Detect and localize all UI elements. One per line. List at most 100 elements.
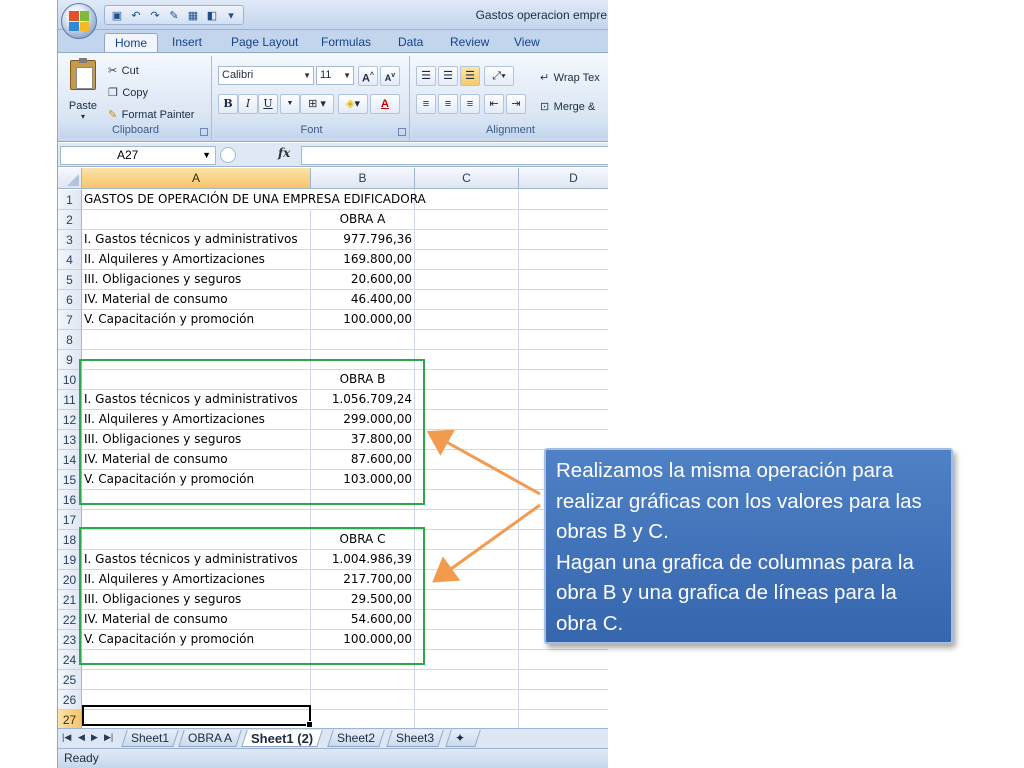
row-header[interactable]: 19 [58,550,82,570]
column-header-b[interactable]: B [311,168,415,189]
cell-d[interactable] [519,210,608,230]
row-header[interactable]: 10 [58,370,82,390]
tab-view[interactable]: View [514,33,540,52]
cell-a[interactable] [82,350,311,370]
bold-button[interactable]: B [218,94,238,114]
cell-a[interactable]: V. Capacitación y promoción [82,310,311,330]
cell-d[interactable] [519,270,608,290]
sheet-tab-sheet3[interactable]: Sheet3 [386,730,444,747]
cell-b[interactable]: 37.800,00 [311,430,415,450]
cell-a[interactable]: II. Alquileres y Amortizaciones [82,570,311,590]
tab-insert[interactable]: Insert [172,33,202,52]
cell-b[interactable]: 103.000,00 [311,470,415,490]
cell-b[interactable] [311,490,415,510]
cell-a[interactable]: I. Gastos técnicos y administrativos [82,230,311,250]
borders-button[interactable]: ⊞ ▾ [300,94,334,114]
fill-color-button[interactable]: ◈▾ [338,94,368,114]
align-bottom-button[interactable]: ☰ [460,66,480,86]
decrease-indent-button[interactable]: ⇤ [484,94,504,114]
row-header[interactable]: 3 [58,230,82,250]
cell-a[interactable]: V. Capacitación y promoción [82,630,311,650]
cell-a[interactable]: II. Alquileres y Amortizaciones [82,250,311,270]
cell-a[interactable]: III. Obligaciones y seguros [82,590,311,610]
shrink-font-button[interactable]: Av [380,66,400,86]
touch-mode-icon[interactable]: ✎ [166,7,182,23]
cell-c[interactable] [415,290,519,310]
row-header[interactable]: 21 [58,590,82,610]
cell-c[interactable] [415,550,519,570]
cell-a[interactable]: GASTOS DE OPERACIÓN DE UNA EMPRESA EDIFI… [82,190,426,210]
cell-b[interactable]: OBRA A [311,210,415,230]
cell-b[interactable] [311,510,415,530]
cell-d[interactable] [519,310,608,330]
customize-qat-icon[interactable]: ▾ [223,7,239,23]
cell-b[interactable]: 1.056.709,24 [311,390,415,410]
cell-c[interactable] [415,650,519,670]
tab-data[interactable]: Data [398,33,423,52]
cell-b[interactable]: 46.400,00 [311,290,415,310]
cell-b[interactable]: 87.600,00 [311,450,415,470]
cell-c[interactable] [415,630,519,650]
cell-b[interactable]: 100.000,00 [311,630,415,650]
cell-c[interactable] [415,530,519,550]
cell-d[interactable] [519,390,608,410]
cell-b[interactable]: OBRA B [311,370,415,390]
cell-c[interactable] [415,450,519,470]
redo-icon[interactable]: ↷ [147,7,163,23]
prev-sheet-icon[interactable]: ◀ [78,732,85,743]
font-color-button[interactable]: A [370,94,400,114]
paste-button[interactable]: Paste ▾ [66,58,100,121]
select-all-button[interactable] [58,168,82,189]
row-header[interactable]: 14 [58,450,82,470]
cell-c[interactable] [415,410,519,430]
cell-b[interactable]: 20.600,00 [311,270,415,290]
cell-c[interactable] [415,470,519,490]
underline-dropdown-icon[interactable]: ▼ [280,94,300,114]
row-header[interactable]: 1 [58,190,82,210]
clipboard-launcher-icon[interactable] [200,128,208,136]
save-icon[interactable]: ▣ [109,7,125,23]
cut-button[interactable]: ✂ Cut [108,61,139,79]
cell-b[interactable]: 217.700,00 [311,570,415,590]
cell-b[interactable] [311,670,415,690]
next-sheet-icon[interactable]: ▶ [91,732,98,743]
cell-c[interactable] [415,350,519,370]
sheet-tab-sheet1-2[interactable]: Sheet1 (2) [241,730,323,747]
cell-b[interactable] [311,650,415,670]
cell-a[interactable]: IV. Material de consumo [82,290,311,310]
cell-a[interactable] [82,650,311,670]
row-header[interactable]: 6 [58,290,82,310]
align-middle-button[interactable]: ☰ [438,66,458,86]
cell-c[interactable] [415,590,519,610]
cell-a[interactable] [82,490,311,510]
cancel-icon[interactable] [220,147,236,163]
sheet-tab-sheet1[interactable]: Sheet1 [121,730,179,747]
row-header[interactable]: 16 [58,490,82,510]
cell-d[interactable] [519,690,608,710]
row-header[interactable]: 5 [58,270,82,290]
row-header[interactable]: 25 [58,670,82,690]
cell-a[interactable]: IV. Material de consumo [82,610,311,630]
underline-button[interactable]: U [258,94,278,114]
cell-c[interactable] [415,390,519,410]
cell-b[interactable] [311,350,415,370]
cell-a[interactable] [82,530,311,550]
insert-sheet-button[interactable]: ✦ [445,730,481,747]
cell-c[interactable] [415,230,519,250]
cell-d[interactable] [519,430,608,450]
cell-d[interactable] [519,330,608,350]
cell-b[interactable]: OBRA C [311,530,415,550]
cell-a[interactable] [82,510,311,530]
last-sheet-icon[interactable]: ▶| [104,732,113,743]
cell-a[interactable]: III. Obligaciones y seguros [82,430,311,450]
row-header[interactable]: 26 [58,690,82,710]
cell-b[interactable] [311,330,415,350]
row-header[interactable]: 27 [58,710,82,730]
cell-c[interactable] [415,370,519,390]
cell-c[interactable] [415,310,519,330]
italic-button[interactable]: I [238,94,258,114]
cell-c[interactable] [415,190,519,210]
cell-c[interactable] [415,690,519,710]
row-header[interactable]: 12 [58,410,82,430]
increase-indent-button[interactable]: ⇥ [506,94,526,114]
